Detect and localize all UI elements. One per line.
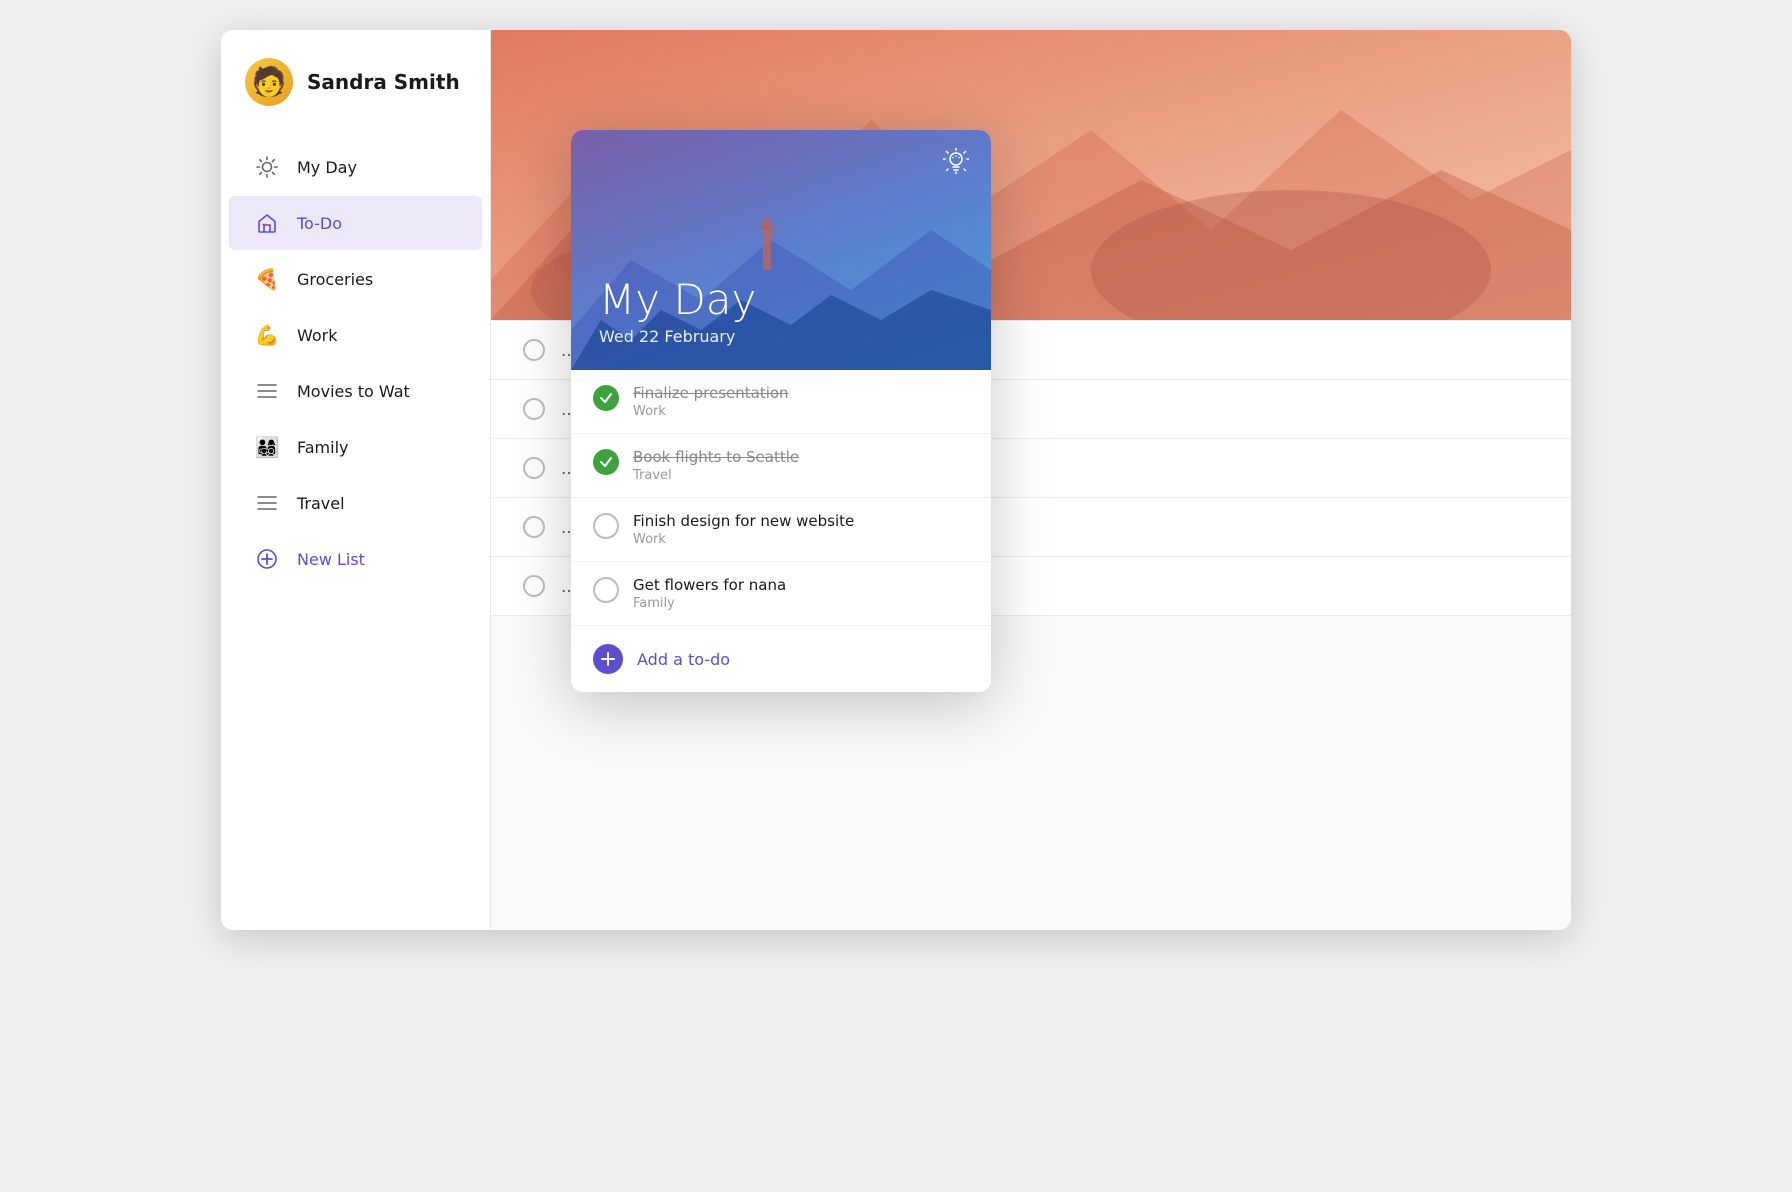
- sun-icon: [253, 153, 281, 181]
- sidebar-item-todo[interactable]: To-Do: [229, 196, 482, 250]
- task-category: Work: [633, 404, 789, 419]
- sidebar-item-label-work: Work: [297, 326, 338, 345]
- lightbulb-icon[interactable]: [943, 148, 969, 180]
- sidebar-item-label-groceries: Groceries: [297, 270, 373, 289]
- myday-task-list: Finalize presentation Work Book flights …: [571, 370, 991, 625]
- user-profile: 🧑 Sandra Smith: [221, 30, 490, 130]
- avatar: 🧑: [245, 58, 293, 106]
- family-icon: 👨‍👩‍👧‍👦: [253, 433, 281, 461]
- sidebar-item-label-todo: To-Do: [297, 214, 342, 233]
- myday-popup: My Day Wed 22 February Finalize presenta…: [571, 130, 991, 692]
- task-category: Work: [633, 532, 854, 547]
- nav-list: My Day To-Do 🍕 Groceries: [221, 130, 490, 930]
- sidebar-item-label-family: Family: [297, 438, 348, 457]
- task-info: Finish design for new website Work: [633, 512, 854, 547]
- task-empty-circle: [593, 513, 619, 539]
- add-todo-plus-icon: [593, 644, 623, 674]
- myday-task-item[interactable]: Get flowers for nana Family: [571, 562, 991, 625]
- home-icon: [253, 209, 281, 237]
- pizza-icon: 🍕: [253, 265, 281, 293]
- sidebar-item-family[interactable]: 👨‍👩‍👧‍👦 Family: [229, 420, 482, 474]
- list-icon-movies: [253, 377, 281, 405]
- myday-header: My Day Wed 22 February: [571, 130, 991, 370]
- task-circle-icon: [523, 398, 545, 420]
- task-circle-icon: [523, 516, 545, 538]
- task-info: Get flowers for nana Family: [633, 576, 786, 611]
- task-circle-icon: [523, 339, 545, 361]
- sidebar-item-groceries[interactable]: 🍕 Groceries: [229, 252, 482, 306]
- sidebar-item-label-new-list: New List: [297, 550, 365, 569]
- myday-title: My Day: [599, 277, 963, 323]
- sidebar-item-work[interactable]: 💪 Work: [229, 308, 482, 362]
- main-content: …to practice …r new clients …at the gara…: [491, 30, 1571, 930]
- plus-icon: [253, 545, 281, 573]
- task-info: Finalize presentation Work: [633, 384, 789, 419]
- user-name: Sandra Smith: [307, 70, 460, 94]
- task-category: Travel: [633, 468, 799, 483]
- sidebar: 🧑 Sandra Smith: [221, 30, 491, 930]
- task-done-checkmark: [593, 385, 619, 411]
- myday-task-item[interactable]: Finalize presentation Work: [571, 370, 991, 434]
- sidebar-item-movies[interactable]: Movies to Wat: [229, 364, 482, 418]
- myday-task-item[interactable]: Book flights to Seattle Travel: [571, 434, 991, 498]
- sidebar-item-label-movies: Movies to Wat: [297, 382, 410, 401]
- task-empty-circle: [593, 577, 619, 603]
- add-todo-row[interactable]: Add a to-do: [571, 625, 991, 692]
- task-title: Finalize presentation: [633, 384, 789, 402]
- list-icon-travel: [253, 489, 281, 517]
- task-done-checkmark: [593, 449, 619, 475]
- myday-date: Wed 22 February: [599, 327, 963, 346]
- muscle-icon: 💪: [253, 321, 281, 349]
- task-title: Finish design for new website: [633, 512, 854, 530]
- sidebar-item-my-day[interactable]: My Day: [229, 140, 482, 194]
- task-title: Get flowers for nana: [633, 576, 786, 594]
- myday-task-item[interactable]: Finish design for new website Work: [571, 498, 991, 562]
- task-circle-icon: [523, 575, 545, 597]
- task-category: Family: [633, 596, 786, 611]
- sidebar-item-label-travel: Travel: [297, 494, 345, 513]
- task-title: Book flights to Seattle: [633, 448, 799, 466]
- avatar-emoji: 🧑: [252, 68, 287, 96]
- task-circle-icon: [523, 457, 545, 479]
- sidebar-item-new-list[interactable]: New List: [229, 532, 482, 586]
- add-todo-label: Add a to-do: [637, 650, 730, 669]
- sidebar-item-label-my-day: My Day: [297, 158, 357, 177]
- task-info: Book flights to Seattle Travel: [633, 448, 799, 483]
- sidebar-item-travel[interactable]: Travel: [229, 476, 482, 530]
